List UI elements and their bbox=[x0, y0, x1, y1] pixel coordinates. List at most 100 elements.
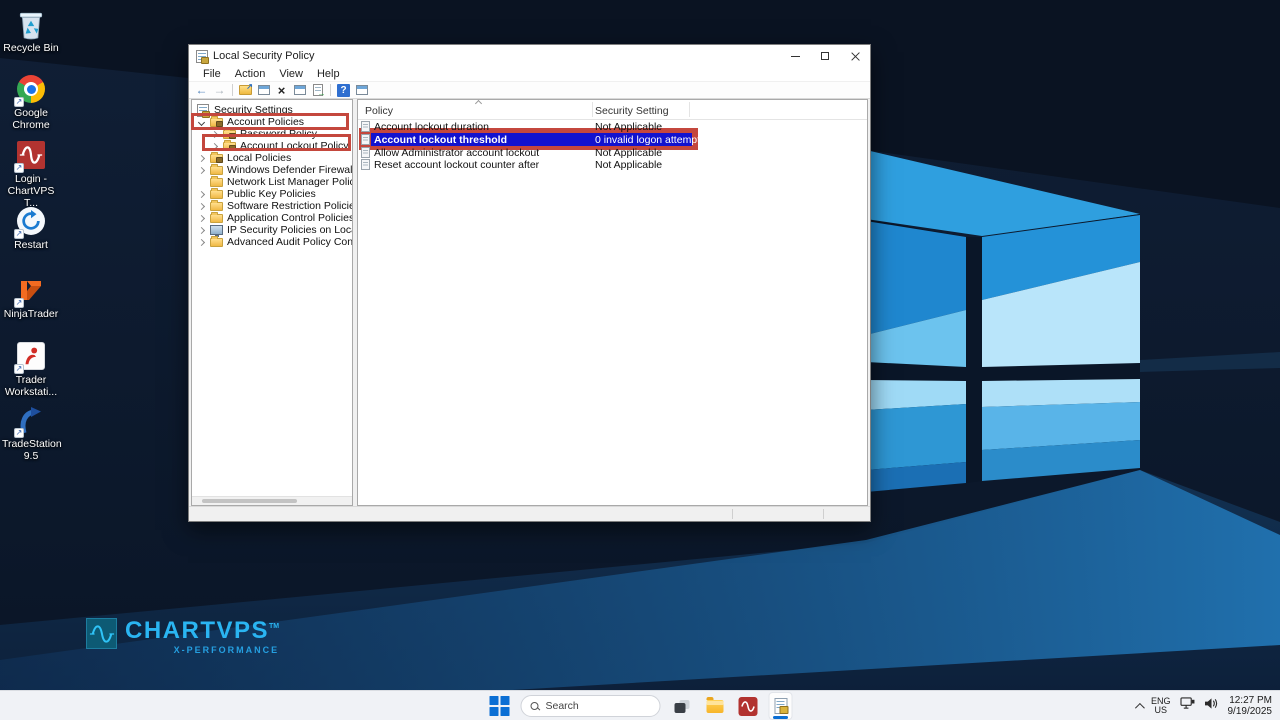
console-window-icon[interactable] bbox=[256, 83, 271, 97]
shortcut-arrow-icon: ↗ bbox=[14, 298, 24, 308]
column-header-policy[interactable]: Policy bbox=[365, 105, 393, 117]
chevron-right-icon[interactable] bbox=[198, 154, 205, 161]
chartvps-app-button[interactable] bbox=[736, 692, 760, 720]
delete-icon[interactable]: × bbox=[274, 83, 289, 97]
trader-workstation-icon: ↗ bbox=[16, 342, 46, 372]
tree-item-application-control[interactable]: Application Control Policies bbox=[192, 212, 352, 224]
desktop-icon-label: Trader Workstati... bbox=[2, 374, 60, 398]
policy-row-account-lockout-threshold[interactable]: Account lockout threshold 0 invalid logo… bbox=[358, 133, 867, 146]
column-divider[interactable] bbox=[592, 102, 593, 117]
chevron-right-icon[interactable] bbox=[198, 190, 205, 197]
tree-item-public-key-policies[interactable]: Public Key Policies bbox=[192, 188, 352, 200]
search-icon bbox=[531, 702, 540, 711]
brand-tagline: X-PERFORMANCE bbox=[125, 645, 279, 655]
chevron-right-icon[interactable] bbox=[198, 166, 205, 173]
desktop-icon-recycle-bin[interactable]: Recycle Bin bbox=[2, 10, 60, 54]
folder-icon bbox=[210, 202, 223, 211]
clock[interactable]: 12:27 PM 9/19/2025 bbox=[1228, 695, 1273, 717]
title-bar[interactable]: Local Security Policy bbox=[189, 45, 870, 67]
recycle-bin-icon bbox=[16, 10, 46, 40]
tree-item-advanced-audit-policy[interactable]: Advanced Audit Policy Configuration bbox=[192, 236, 352, 248]
tree-item-account-lockout-policy[interactable]: Account Lockout Policy bbox=[192, 140, 352, 152]
minimize-button[interactable] bbox=[780, 45, 810, 67]
chevron-right-icon[interactable] bbox=[198, 238, 205, 245]
maximize-button[interactable] bbox=[810, 45, 840, 67]
taskbar: Search ENG US bbox=[0, 690, 1280, 720]
folder-lock-icon bbox=[223, 130, 236, 139]
security-policy-app-icon bbox=[774, 698, 787, 714]
close-button[interactable] bbox=[840, 45, 870, 67]
desktop-icon-restart[interactable]: ↗ Restart bbox=[2, 206, 60, 251]
maximize-icon bbox=[821, 52, 829, 60]
export-list-icon[interactable] bbox=[310, 83, 325, 97]
status-divider bbox=[823, 509, 824, 519]
policy-list-pane[interactable]: Policy Security Setting Account lockout … bbox=[357, 99, 868, 506]
language-indicator[interactable]: ENG US bbox=[1151, 697, 1171, 715]
tree-item-windows-defender-firewall[interactable]: Windows Defender Firewall with Adva bbox=[192, 164, 352, 176]
hidden-icons-chevron-icon[interactable] bbox=[1135, 702, 1145, 712]
policy-row-account-lockout-duration[interactable]: Account lockout duration Not Applicable bbox=[358, 120, 867, 133]
folder-lock-icon bbox=[210, 154, 223, 163]
start-button[interactable] bbox=[488, 692, 512, 720]
list-header: Policy Security Setting bbox=[358, 100, 867, 120]
window-title: Local Security Policy bbox=[213, 50, 315, 62]
local-security-policy-window: Local Security Policy File Action View H… bbox=[188, 44, 871, 522]
chevron-right-icon[interactable] bbox=[211, 130, 218, 137]
column-divider[interactable] bbox=[689, 102, 690, 117]
chevron-right-icon[interactable] bbox=[211, 142, 218, 149]
toolbar-separator bbox=[330, 84, 331, 96]
menu-file[interactable]: File bbox=[196, 68, 228, 80]
desktop-icon-tradestation[interactable]: ↗ TradeStation 9.5 bbox=[2, 406, 60, 462]
forward-icon[interactable]: → bbox=[212, 83, 227, 97]
chevron-down-icon[interactable] bbox=[198, 118, 205, 125]
shortcut-arrow-icon: ↗ bbox=[14, 229, 24, 239]
tree-item-local-policies[interactable]: Local Policies bbox=[192, 152, 352, 164]
chrome-icon: ↗ bbox=[16, 75, 46, 105]
tree-item-ip-security-policies[interactable]: IP Security Policies on Local Compute bbox=[192, 224, 352, 236]
tree-item-security-settings[interactable]: Security Settings bbox=[192, 104, 352, 116]
search-placeholder: Search bbox=[546, 700, 579, 712]
menu-view[interactable]: View bbox=[272, 68, 310, 80]
task-view-button[interactable] bbox=[670, 692, 694, 720]
file-explorer-button[interactable] bbox=[703, 692, 727, 720]
tree-item-password-policy[interactable]: Password Policy bbox=[192, 128, 352, 140]
new-window-icon[interactable] bbox=[354, 83, 369, 97]
policy-row-reset-lockout-counter[interactable]: Reset account lockout counter after Not … bbox=[358, 158, 867, 171]
search-input[interactable]: Search bbox=[521, 695, 661, 717]
local-security-policy-app-button[interactable] bbox=[769, 692, 793, 720]
network-icon[interactable] bbox=[1180, 697, 1195, 715]
help-icon[interactable]: ? bbox=[336, 83, 351, 97]
status-divider bbox=[732, 509, 733, 519]
status-bar bbox=[189, 506, 870, 521]
shortcut-arrow-icon: ↗ bbox=[14, 428, 24, 438]
menu-help[interactable]: Help bbox=[310, 68, 347, 80]
folder-icon bbox=[210, 178, 223, 187]
volume-icon[interactable] bbox=[1204, 697, 1219, 715]
desktop-icon-ninjatrader[interactable]: ↗ NinjaTrader bbox=[2, 276, 60, 320]
tree-item-account-policies[interactable]: Account Policies bbox=[192, 116, 352, 128]
toolbar-separator bbox=[232, 84, 233, 96]
policy-doc-icon bbox=[361, 147, 370, 158]
desktop-icon-label: Login - ChartVPS T... bbox=[2, 173, 60, 209]
desktop-icon-login-chartvps[interactable]: ↗ Login - ChartVPS T... bbox=[2, 140, 60, 209]
console-tree-pane[interactable]: Security Settings Account Policies Passw… bbox=[191, 99, 353, 506]
menu-action[interactable]: Action bbox=[228, 68, 273, 80]
chevron-right-icon[interactable] bbox=[198, 214, 205, 221]
tree-horizontal-scrollbar[interactable] bbox=[192, 496, 352, 505]
export-icon[interactable] bbox=[238, 83, 253, 97]
column-header-setting[interactable]: Security Setting bbox=[595, 105, 669, 117]
scrollbar-thumb[interactable] bbox=[202, 499, 297, 503]
sort-ascending-icon bbox=[475, 100, 482, 107]
chartvps-app-icon bbox=[738, 697, 757, 716]
brand-tm: TM bbox=[269, 623, 279, 630]
back-icon[interactable]: ← bbox=[194, 83, 209, 97]
tree-item-network-list-manager[interactable]: Network List Manager Policies bbox=[192, 176, 352, 188]
security-settings-icon bbox=[197, 104, 209, 117]
properties-icon[interactable] bbox=[292, 83, 307, 97]
chevron-right-icon[interactable] bbox=[198, 226, 205, 233]
desktop-icon-trader-workstation[interactable]: ↗ Trader Workstati... bbox=[2, 341, 60, 398]
tree-item-software-restriction[interactable]: Software Restriction Policies bbox=[192, 200, 352, 212]
chevron-right-icon[interactable] bbox=[198, 202, 205, 209]
folder-icon bbox=[210, 190, 223, 199]
desktop-icon-google-chrome[interactable]: ↗ Google Chrome bbox=[2, 74, 60, 131]
